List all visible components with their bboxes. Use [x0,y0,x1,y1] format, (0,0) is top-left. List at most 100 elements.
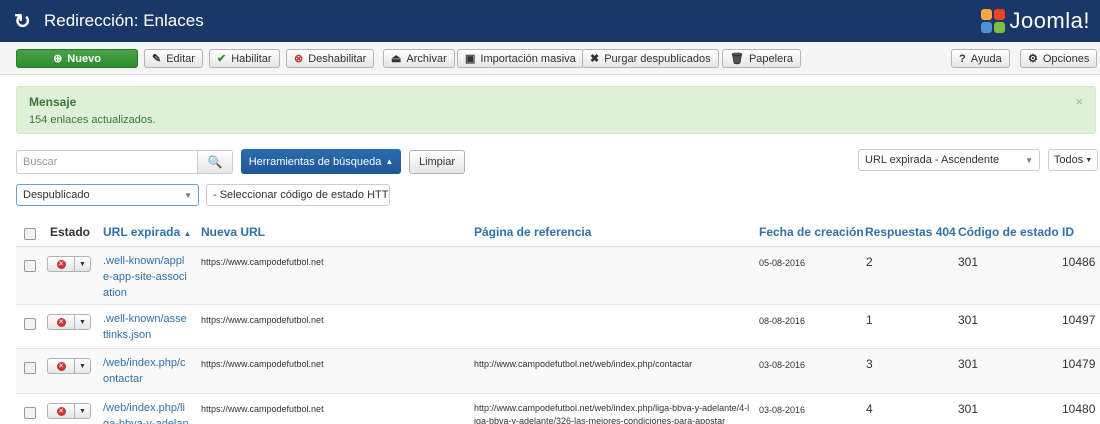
table-row: ✕ ▼ /web/index.php/contactar https://www… [16,349,1100,394]
archive-button-label: Archivar [406,52,447,65]
table-header: Estado URL expirada ▲ Nueva URL Página d… [16,216,1100,247]
unpublished-icon: ✕ [56,361,66,371]
trash-button-label: Papelera [748,52,794,65]
enable-button[interactable]: ✔ Habilitar [209,49,280,68]
sort-select[interactable]: URL expirada - Ascendente ▼ [858,149,1040,171]
hits-count: 2 [866,255,873,269]
created-date: 05-08-2016 [759,258,806,268]
new-url-text: https://www.campodefutbol.net [201,257,324,267]
code-column-header[interactable]: Código de estado [958,225,1059,239]
chevron-down-icon: ▼ [1025,155,1033,165]
refresh-icon: ↻ [14,11,31,33]
purge-button-label: Purgar despublicados [604,52,711,65]
search-tools-button[interactable]: Herramientas de búsqueda ▲ [241,149,401,174]
trash-button[interactable]: 🗑 Papelera [722,49,802,68]
status-code: 301 [958,255,979,269]
expired-url-link[interactable]: /web/index.php/liga-bbva-y-adelan [103,400,189,424]
edit-button[interactable]: ✎ Editar [144,49,203,68]
search-button[interactable]: 🔍 [197,150,233,174]
close-icon[interactable]: × [1075,94,1083,109]
trash-icon: 🗑 [730,53,744,65]
help-button[interactable]: ? Ayuda [951,49,1010,68]
hits-count: 1 [866,313,873,327]
archive-button[interactable]: ⏏ Archivar [383,49,455,68]
status-code: 301 [958,357,979,371]
status-toggle-button[interactable]: ✕ ▼ [47,256,91,272]
row-id: 10479 [1062,357,1096,371]
sort-asc-icon: ▲ [183,229,192,238]
caret-up-icon: ▲ [385,157,394,166]
new-url-text: https://www.campodefutbol.net [201,404,324,414]
hits-count: 4 [866,402,873,416]
joomla-logo[interactable]: Joomla! [981,6,1090,36]
unpublished-icon: ✕ [56,317,66,327]
plus-circle-icon: ⊕ [53,53,63,65]
dropdown-caret-icon[interactable]: ▼ [75,359,90,373]
table-row: ✕ ▼ /web/index.php/liga-bbva-y-adelan ht… [16,394,1100,424]
search-input[interactable]: Buscar [16,150,198,174]
options-button-label: Opciones [1042,52,1090,65]
chevron-down-icon: ▼ [1085,156,1093,164]
created-date: 03-08-2016 [759,360,806,370]
dropdown-caret-icon[interactable]: ▼ [75,315,90,329]
new-button-label: Nuevo [67,52,101,65]
edit-icon: ✎ [152,53,162,65]
clear-button[interactable]: Limpiar [409,150,465,174]
search-icon: 🔍 [207,155,223,169]
status-toggle-button[interactable]: ✕ ▼ [47,358,91,374]
new-url-column-header[interactable]: Nueva URL [201,225,265,239]
purge-button[interactable]: ✖ Purgar despublicados [582,49,719,68]
expired-url-column-header[interactable]: URL expirada ▲ [103,225,191,239]
dropdown-caret-icon[interactable]: ▼ [75,257,90,271]
status-toggle-button[interactable]: ✕ ▼ [47,403,91,419]
message-text: 154 enlaces actualizados. [29,114,156,126]
options-button[interactable]: ⚙ Opciones [1020,49,1098,68]
new-url-text: https://www.campodefutbol.net [201,359,324,369]
archive-icon: ⏏ [391,53,402,65]
referer-column-header[interactable]: Página de referencia [474,225,591,239]
header-bar: ↻ Redirección: Enlaces Joomla! [0,0,1100,42]
status-toggle-button[interactable]: ✕ ▼ [47,314,91,330]
status-filter-value: Despublicado [23,189,90,201]
row-checkbox[interactable] [24,260,36,272]
id-column-header[interactable]: ID [1062,225,1074,239]
joomla-logo-text: Joomla! [1009,8,1090,33]
hits-count: 3 [866,357,873,371]
disable-button-label: Deshabilitar [308,52,367,65]
toolbar: ⊕ Nuevo ✎ Editar ✔ Habilitar ⊗ Deshabili… [0,42,1100,75]
new-url-text: https://www.campodefutbol.net [201,315,324,325]
row-checkbox[interactable] [24,318,36,330]
page-title: Redirección: Enlaces [44,11,204,30]
created-date: 03-08-2016 [759,405,806,415]
status-code-select[interactable]: - Seleccionar código de estado HTTP - [206,184,390,206]
expired-url-link[interactable]: /web/index.php/contactar [103,355,189,387]
bulk-import-button[interactable]: ▣ Importación masiva [457,49,584,68]
success-message: Mensaje 154 enlaces actualizados. × [16,86,1096,134]
new-button[interactable]: ⊕ Nuevo [16,49,138,68]
expired-url-link[interactable]: .well-known/assetlinks.json [103,311,189,343]
chevron-down-icon: ▼ [184,190,192,200]
edit-button-label: Editar [166,52,195,65]
disable-button[interactable]: ⊗ Deshabilitar [286,49,375,68]
hits-column-header[interactable]: Respuestas 404 [865,225,956,239]
row-checkbox[interactable] [24,362,36,374]
expired-url-link[interactable]: .well-known/apple-app-site-association [103,253,189,301]
dropdown-caret-icon[interactable]: ▼ [75,404,90,418]
select-all-checkbox[interactable] [24,228,36,240]
status-code: 301 [958,402,979,416]
question-icon: ? [959,52,966,65]
row-id: 10480 [1062,402,1096,416]
enable-button-label: Habilitar [231,52,272,65]
table-row: ✕ ▼ .well-known/assetlinks.json https://… [16,305,1100,349]
status-column-header[interactable]: Estado [50,225,90,239]
check-icon: ✔ [217,53,227,65]
status-filter-select[interactable]: Despublicado ▼ [16,184,199,206]
help-button-label: Ayuda [970,52,1002,65]
row-checkbox[interactable] [24,407,36,419]
row-id: 10497 [1062,313,1096,327]
gear-icon: ⚙ [1028,53,1038,65]
created-column-header[interactable]: Fecha de creación [759,225,864,239]
limit-select[interactable]: Todos ▼ [1048,149,1098,171]
close-icon: ✖ [590,53,600,65]
status-code-value: - Seleccionar código de estado HTTP - [213,189,390,201]
